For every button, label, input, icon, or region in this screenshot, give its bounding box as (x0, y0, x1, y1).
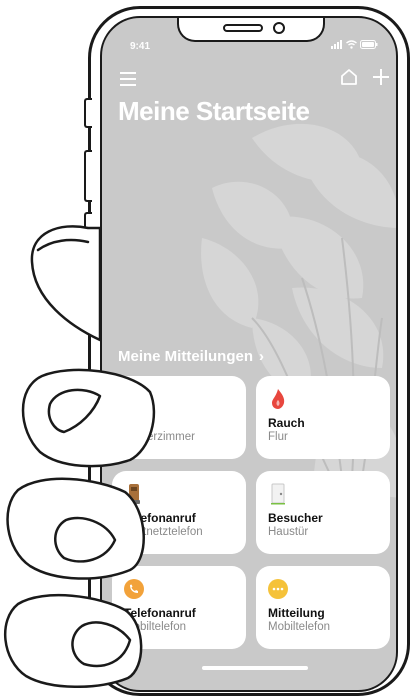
side-button-volume-down (84, 212, 92, 264)
card-title: Telefonanruf (124, 511, 196, 525)
card-subtitle: Flur (268, 431, 288, 443)
card-subtitle: Mobiltelefon (124, 621, 187, 633)
card-title: Telefonanruf (124, 606, 196, 620)
notification-card-smoke[interactable]: Rauch Flur (256, 376, 390, 459)
card-subtitle: Mobiltelefon (268, 621, 331, 633)
status-time: 9:41 (130, 41, 151, 52)
side-button-volume-up (84, 150, 92, 202)
card-subtitle: Haustür (268, 526, 309, 538)
section-title-notifications[interactable]: Meine Mitteilungen › (118, 348, 264, 365)
notification-card-visitor[interactable]: Besucher Haustür (256, 471, 390, 554)
section-title-label: Meine Mitteilungen (118, 348, 253, 365)
baby-pacifier-icon (125, 390, 143, 408)
notification-card-baby[interactable]: Baby Kinderzimmer (112, 376, 246, 459)
device-notch (177, 18, 325, 42)
flame-icon (272, 389, 285, 409)
front-camera (273, 22, 285, 34)
home-indicator (202, 666, 308, 670)
app-screen: 9:41 Meine Startseite Meine Mitteilungen… (100, 16, 398, 692)
home-icon[interactable] (340, 68, 358, 86)
card-subtitle: Festnetztelefon (124, 526, 203, 538)
speaker-grille (223, 24, 263, 32)
card-title: Besucher (268, 511, 323, 525)
menu-icon[interactable] (120, 72, 136, 86)
signal-icon (331, 40, 342, 49)
notification-card-message[interactable]: Mitteilung Mobiltelefon (256, 566, 390, 649)
message-icon (268, 579, 288, 599)
battery-icon (360, 40, 378, 49)
card-title: Mitteilung (268, 606, 325, 620)
notification-card-landline-call[interactable]: Telefonanruf Festnetztelefon (112, 471, 246, 554)
notification-card-mobile-call[interactable]: Telefonanruf Mobiltelefon (112, 566, 246, 649)
wifi-icon (346, 40, 357, 49)
card-title: Rauch (268, 416, 305, 430)
card-subtitle: Kinderzimmer (124, 431, 195, 443)
side-button-mute (84, 98, 92, 128)
add-icon[interactable] (372, 68, 390, 86)
status-icons (331, 40, 378, 49)
chevron-right-icon: › (259, 348, 264, 365)
phone-icon (124, 579, 144, 599)
card-title: Baby (124, 416, 154, 430)
page-title: Meine Startseite (118, 96, 310, 126)
door-icon (271, 483, 285, 505)
cordless-phone-icon (128, 484, 140, 504)
